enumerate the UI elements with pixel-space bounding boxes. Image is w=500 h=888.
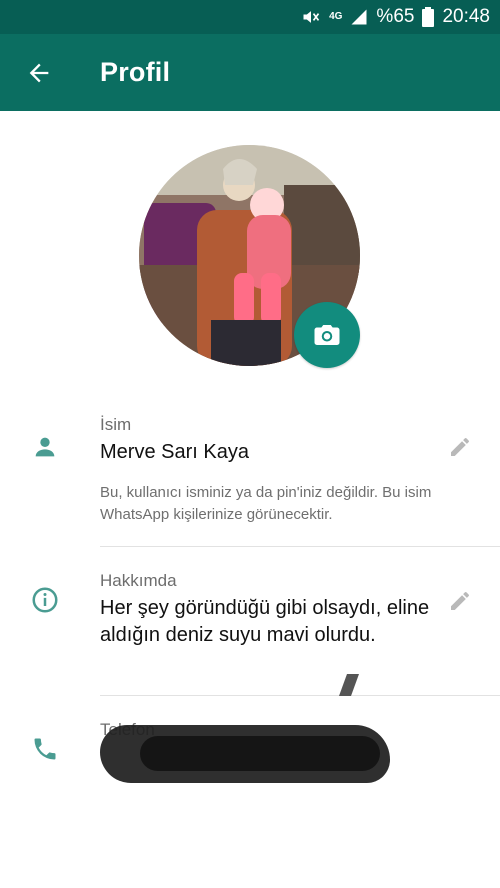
about-value: Her şey göründüğü gibi olsaydı, eline al… — [100, 597, 430, 646]
edit-name-button[interactable] — [447, 434, 473, 460]
pencil-icon — [451, 437, 470, 456]
name-helper-text: Bu, kullanıcı isminiz ya da pin'iniz değ… — [100, 484, 432, 523]
redaction-mark — [338, 674, 360, 696]
battery-icon — [422, 7, 435, 27]
network-type: 4G — [329, 11, 343, 22]
pencil-icon — [451, 591, 470, 610]
clock: 20:48 — [442, 6, 490, 27]
profile-photo-container — [139, 145, 360, 368]
status-indicators: 4G %65 20:48 — [301, 0, 490, 34]
mute-icon — [301, 7, 321, 27]
divider — [100, 695, 500, 696]
phone-icon — [30, 734, 60, 764]
redaction-overlay — [140, 736, 380, 771]
signal-icon — [350, 8, 368, 26]
name-value: Merve Sarı Kaya — [100, 441, 249, 463]
arrow-left-icon — [29, 63, 49, 83]
about-label: Hakkımda — [100, 571, 177, 590]
page-title: Profil — [100, 57, 171, 87]
back-button[interactable] — [22, 56, 56, 90]
change-photo-button[interactable] — [294, 302, 360, 368]
status-bar: 4G %65 20:48 — [0, 0, 500, 34]
info-icon — [30, 585, 60, 615]
battery-percent: %65 — [376, 6, 415, 27]
edit-about-button[interactable] — [447, 588, 473, 614]
camera-icon — [314, 325, 340, 345]
app-bar: Profil — [0, 34, 500, 111]
name-label: İsim — [100, 415, 132, 434]
divider — [100, 546, 500, 547]
person-icon — [30, 432, 60, 462]
